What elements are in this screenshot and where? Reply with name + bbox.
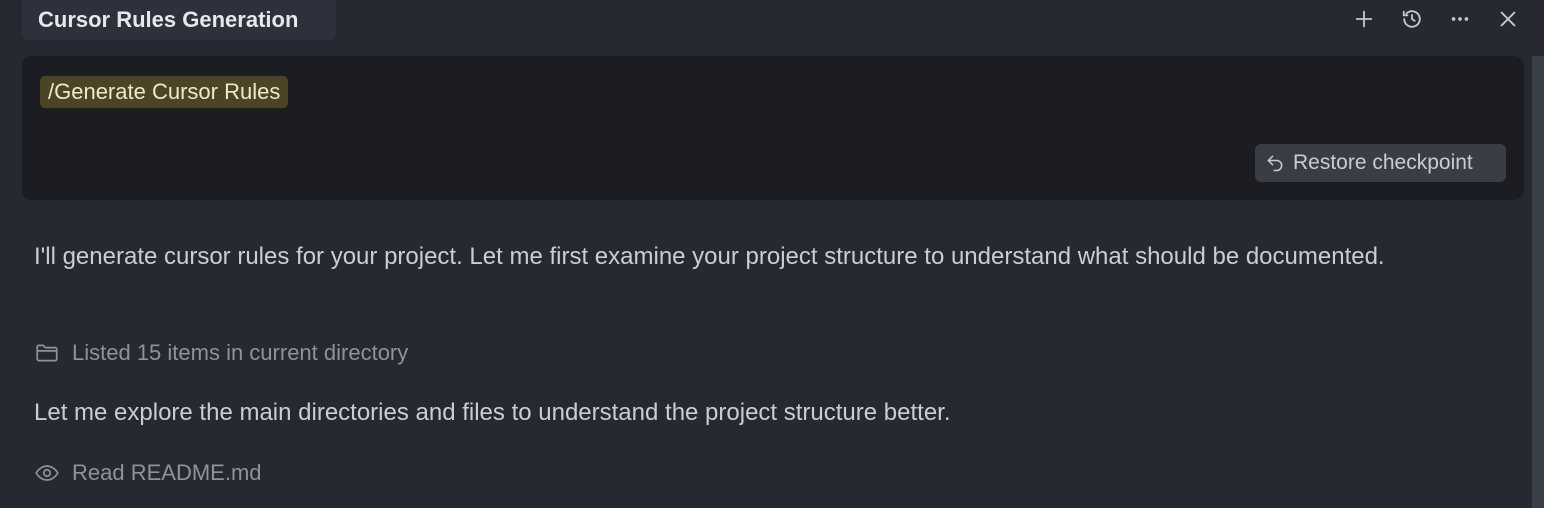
chat-panel: Cursor Rules Generation /Generate Cursor…	[0, 0, 1544, 508]
history-icon	[1402, 10, 1421, 28]
new-chat-button[interactable]	[1350, 4, 1378, 34]
close-icon	[1500, 11, 1516, 27]
folder-icon	[36, 344, 58, 362]
tool-call-label: Read README.md	[72, 460, 262, 485]
tool-call-read-file[interactable]: Read README.md	[34, 458, 262, 488]
scrollbar-thumb[interactable]	[1532, 56, 1544, 508]
eye-icon	[35, 465, 59, 481]
history-button[interactable]	[1398, 4, 1426, 34]
command-chip: /Generate Cursor Rules	[40, 76, 289, 108]
more-options-button[interactable]	[1446, 4, 1474, 34]
assistant-paragraph: I'll generate cursor rules for your proj…	[34, 243, 1385, 270]
tool-call-list-dir[interactable]: Listed 15 items in current directory	[34, 338, 408, 368]
more-icon	[1451, 17, 1469, 21]
tool-call-label: Listed 15 items in current directory	[72, 340, 409, 365]
close-button[interactable]	[1494, 4, 1522, 34]
chat-header: Cursor Rules Generation	[0, 0, 1544, 44]
restore-checkpoint-label: Restore checkpoint	[1293, 151, 1473, 174]
chat-tab-title[interactable]: Cursor Rules Generation	[22, 0, 336, 40]
assistant-paragraph: Let me explore the main directories and …	[34, 399, 951, 426]
undo-icon	[1267, 155, 1283, 172]
user-message-card[interactable]: /Generate Cursor Rules Restore checkpoin…	[22, 56, 1524, 200]
plus-icon	[1355, 10, 1373, 28]
restore-checkpoint-button[interactable]: Restore checkpoint	[1255, 144, 1506, 182]
header-actions	[1350, 4, 1522, 34]
